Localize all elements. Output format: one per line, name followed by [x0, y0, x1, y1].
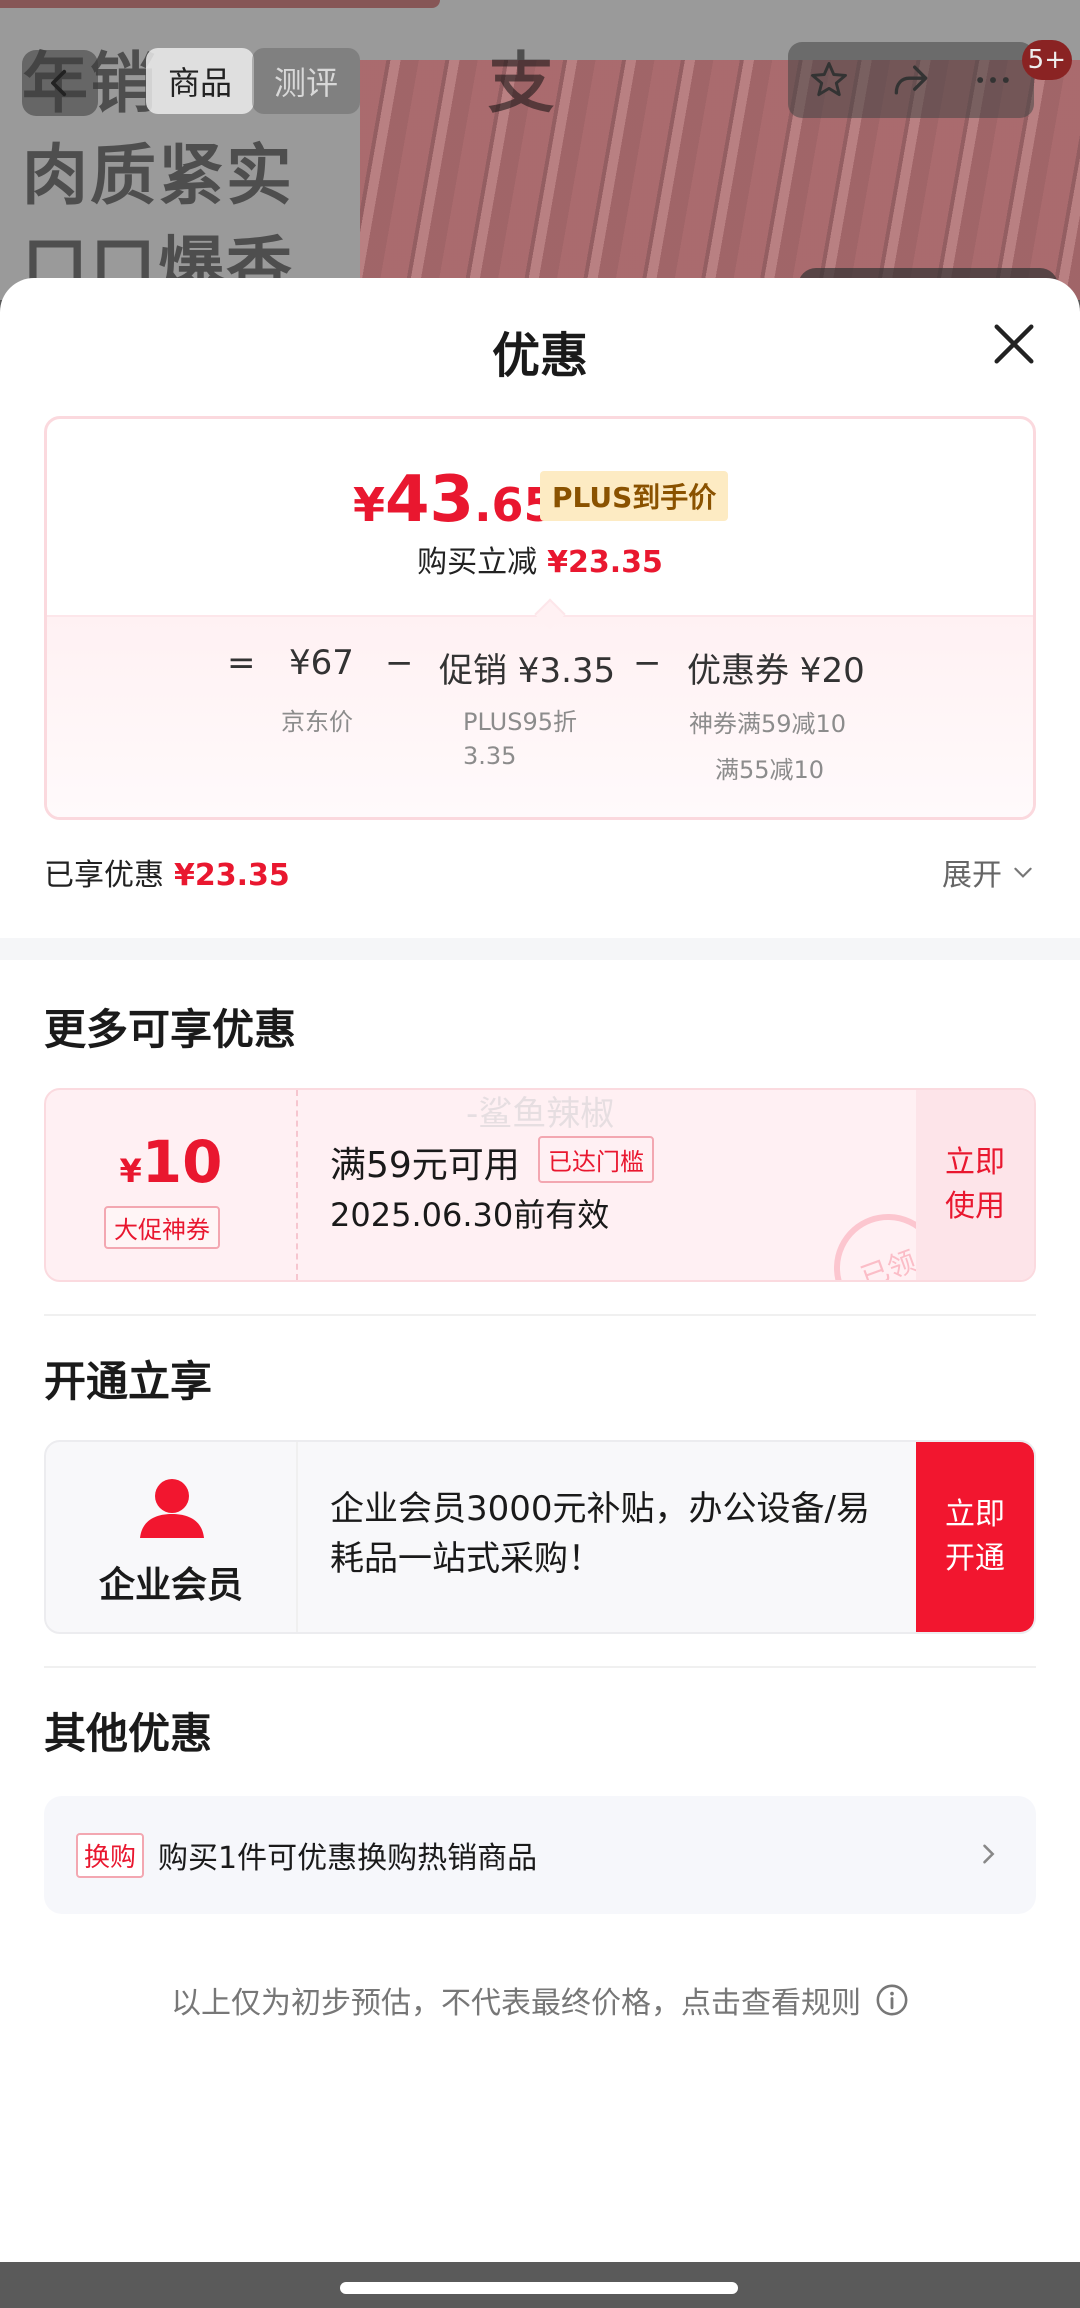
jd-price-value: ¥67	[289, 643, 354, 683]
section-divider	[0, 938, 1080, 960]
back-arrow-icon	[51, 69, 67, 97]
home-indicator[interactable]	[340, 2282, 738, 2294]
more-icon	[977, 77, 1009, 83]
instant-reduction: 购买立减 ¥23.35	[417, 545, 663, 580]
watermark-text: -鲨鱼辣椒	[466, 1094, 615, 1134]
price-equation: = ¥67 − 促销 ¥3.35 − 优惠券 ¥20	[227, 643, 865, 691]
membership-name: 企业会员	[98, 1565, 243, 1606]
membership-description: 企业会员3000元补贴，办公设备/易耗品一站式采购！	[330, 1489, 870, 1579]
jd-price-label: 京东价	[281, 708, 353, 736]
enjoyed-discount: 已享优惠 ¥23.35	[44, 858, 290, 893]
promo-value: 促销 ¥3.35	[439, 651, 616, 691]
chevron-right-icon	[983, 1844, 995, 1864]
trade-in-text: 购买1件可优惠换购热销商品	[158, 1841, 538, 1876]
back-button[interactable]	[22, 50, 98, 116]
use-coupon-button[interactable]: 立即 使用	[916, 1090, 1034, 1280]
coupon-condition: 满59元可用	[330, 1145, 520, 1186]
user-icon	[140, 1479, 204, 1538]
discount-sheet: 优惠 ¥ 43 .65 PLUS到手价 购买立减 ¥23.35 = ¥67 − 促…	[0, 278, 1080, 2308]
coupon-label-2: 满55减10	[715, 756, 825, 784]
divider	[44, 1314, 1036, 1316]
message-badge[interactable]: 5+	[1021, 40, 1072, 80]
top-action-bar	[788, 42, 1034, 118]
price-breakdown-card: ¥ 43 .65 PLUS到手价 购买立减 ¥23.35 = ¥67 − 促销 ¥…	[44, 416, 1036, 820]
tab-goods[interactable]: 商品	[146, 48, 255, 114]
membership-card: 企业会员 企业会员3000元补贴，办公设备/易耗品一站式采购！ 立即 开通	[44, 1440, 1036, 1634]
close-icon	[994, 324, 1034, 364]
coupon-card: -鲨鱼辣椒 ¥10 大促神券 满59元可用 已达门槛 2025.06.30前有效…	[44, 1088, 1036, 1282]
expand-button[interactable]: 展开	[942, 850, 1036, 894]
trade-in-tag: 换购	[76, 1832, 145, 1878]
share-icon	[894, 65, 928, 95]
tab-review[interactable]: 测评	[252, 48, 361, 114]
rules-disclaimer[interactable]: 以上仅为初步预估，不代表最终价格，点击查看规则	[0, 1978, 1080, 2022]
top-banner-edge	[0, 0, 440, 8]
favorite-button[interactable]	[805, 56, 853, 104]
membership-badge: 企业会员	[46, 1442, 298, 1632]
final-price: ¥ 43 .65	[353, 463, 556, 537]
open-membership-button[interactable]: 立即 开通	[916, 1442, 1034, 1632]
close-button[interactable]	[988, 318, 1040, 370]
open-membership-title: 开通立享	[44, 1357, 213, 1406]
more-discounts-title: 更多可享优惠	[44, 1005, 297, 1054]
trade-in-offer-row[interactable]: 换购 购买1件可优惠换购热销商品	[44, 1796, 1036, 1914]
other-discounts-title: 其他优惠	[44, 1709, 213, 1758]
coupon-value: 优惠券 ¥20	[687, 651, 865, 691]
sheet-title: 优惠	[491, 328, 588, 384]
promo-label-1: PLUS95折	[463, 708, 577, 736]
more-button[interactable]	[969, 56, 1017, 104]
coupon-validity: 2025.06.30前有效	[330, 1196, 610, 1234]
price-equation-panel: = ¥67 − 促销 ¥3.35 − 优惠券 ¥20 京东价 PLUS95折 3…	[47, 615, 1033, 817]
coupon-label-1: 神券满59减10	[689, 710, 847, 738]
coupon-type-tag: 大促神券	[104, 1206, 220, 1249]
coupon-amount: ¥10	[119, 1128, 223, 1196]
threshold-reached-tag: 已达门槛	[538, 1136, 654, 1183]
promo-label-2: 3.35	[463, 742, 517, 770]
divider	[44, 1666, 1036, 1668]
info-icon	[876, 1984, 908, 2016]
chevron-down-icon	[1014, 867, 1032, 878]
star-icon	[811, 62, 847, 97]
coupon-amount-panel: ¥10 大促神券	[46, 1090, 298, 1280]
share-button[interactable]	[887, 56, 935, 104]
plus-price-tag: PLUS到手价	[540, 471, 729, 521]
